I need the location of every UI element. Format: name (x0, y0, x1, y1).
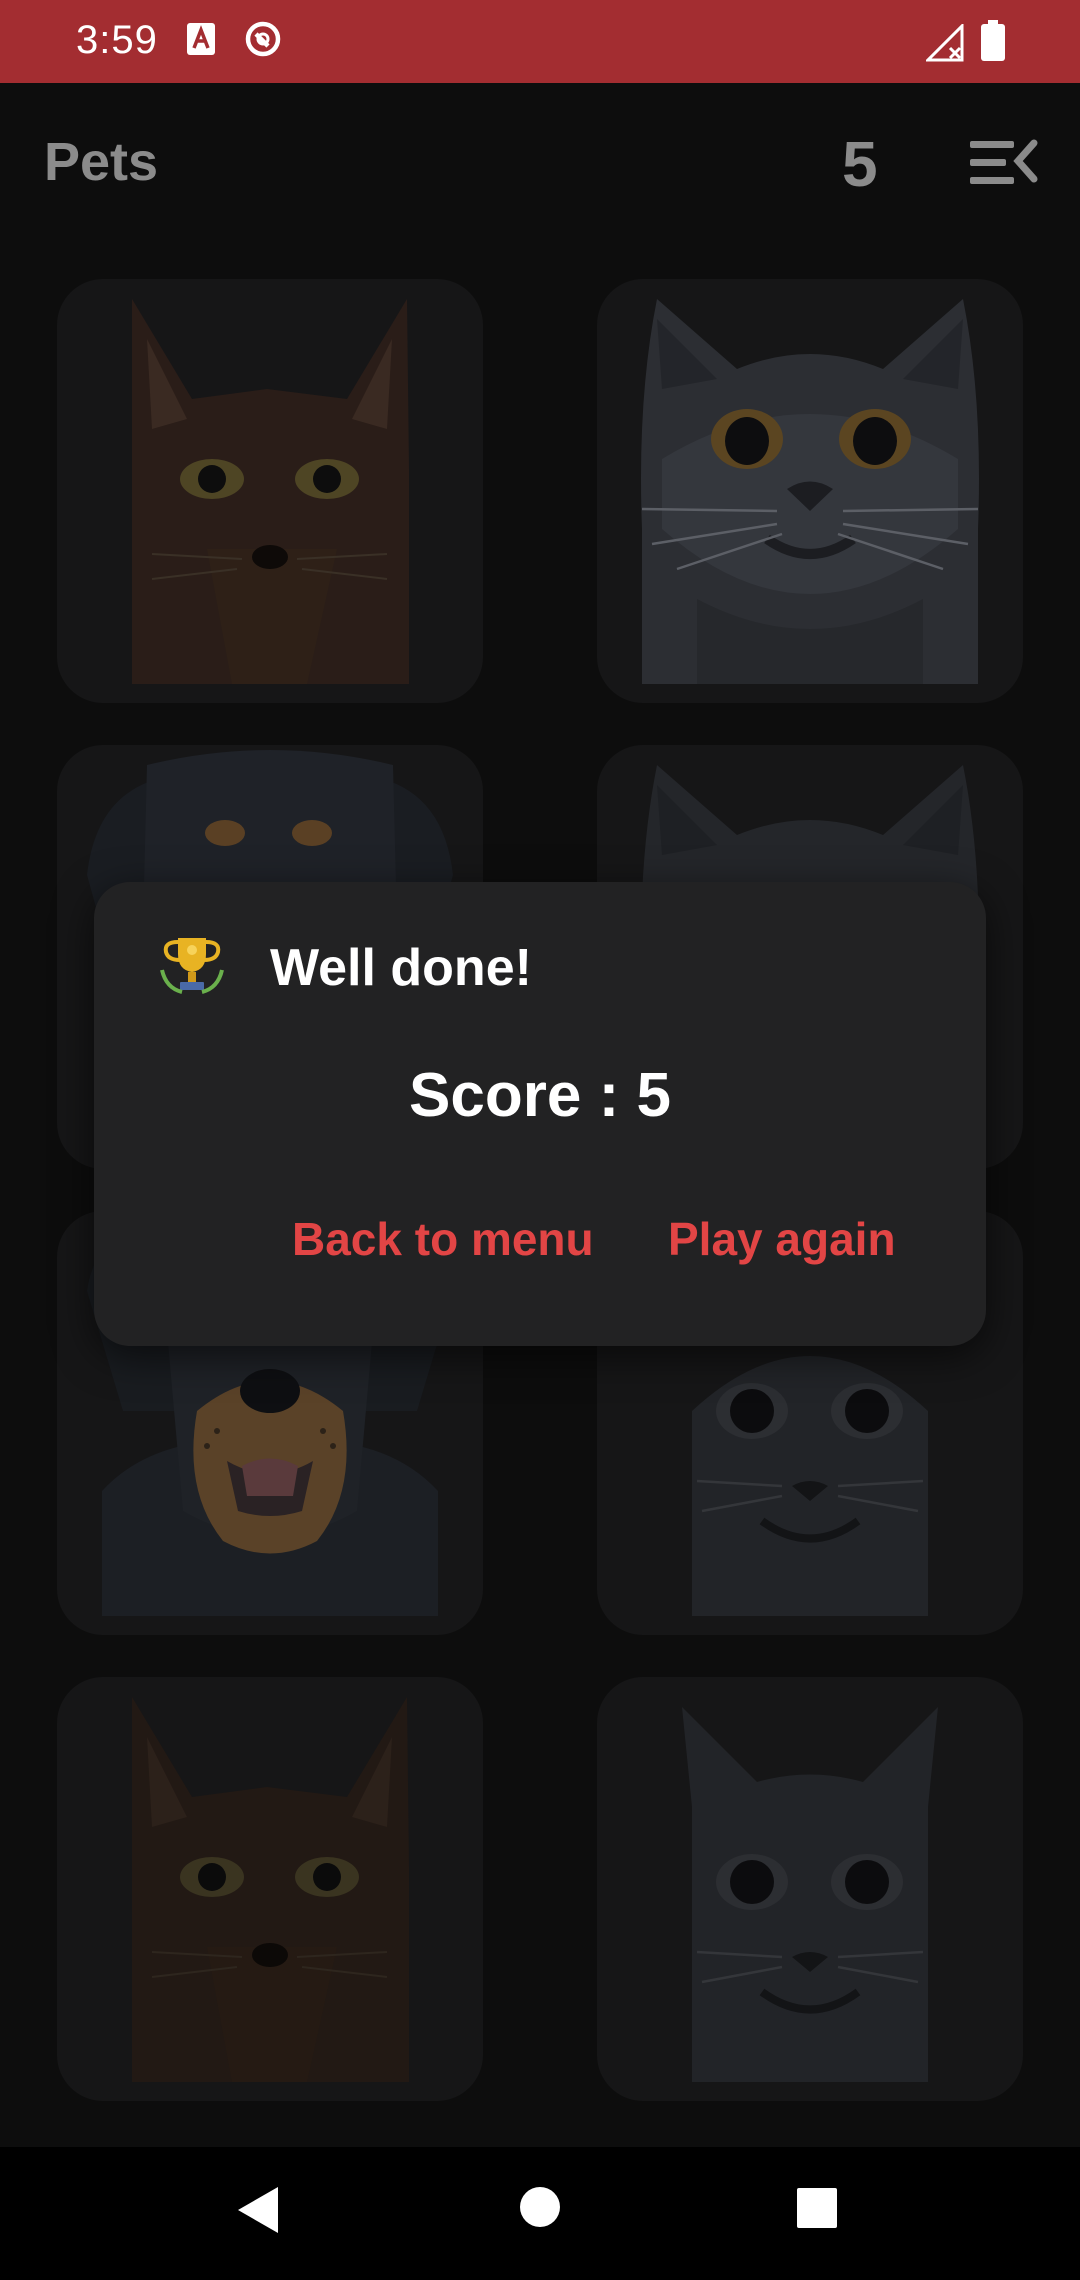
dark-cat-icon (132, 1697, 409, 2082)
memory-card[interactable] (597, 1677, 1023, 2101)
font-a-icon (187, 23, 215, 55)
score-dialog: Well done! Score : 5 Back to menu Play a… (94, 882, 986, 1346)
status-time: 3:59 (76, 18, 158, 62)
no-disturb-icon (245, 21, 281, 57)
back-icon[interactable] (234, 2183, 282, 2237)
app-title: Pets (44, 132, 159, 192)
memory-card[interactable] (57, 279, 483, 703)
play-again-button[interactable]: Play again (668, 1212, 896, 1266)
dark-cat-icon (132, 299, 409, 684)
back-to-menu-button[interactable]: Back to menu (292, 1212, 594, 1266)
navigation-bar (0, 2147, 1080, 2280)
grey-cat-icon (682, 1707, 938, 2082)
grey-cat-icon (641, 299, 979, 684)
dialog-title: Well done! (270, 939, 532, 997)
battery-icon (981, 20, 1005, 61)
status-bar: 3:59 (0, 0, 1080, 83)
signal-icon (926, 24, 964, 62)
score-counter: 5 (842, 128, 878, 200)
trophy-icon (160, 938, 224, 994)
memory-card[interactable] (57, 1677, 483, 2101)
app-bar: Pets 5 (0, 83, 1080, 243)
memory-card[interactable] (597, 279, 1023, 703)
dialog-score: Score : 5 (409, 1061, 671, 1130)
recents-icon[interactable] (796, 2187, 838, 2229)
home-icon[interactable] (518, 2185, 562, 2229)
screen: 3:59 Pets 5 Well done! Score: 5 Back to… (0, 0, 1080, 2280)
menu-collapse-icon[interactable] (966, 135, 1038, 191)
